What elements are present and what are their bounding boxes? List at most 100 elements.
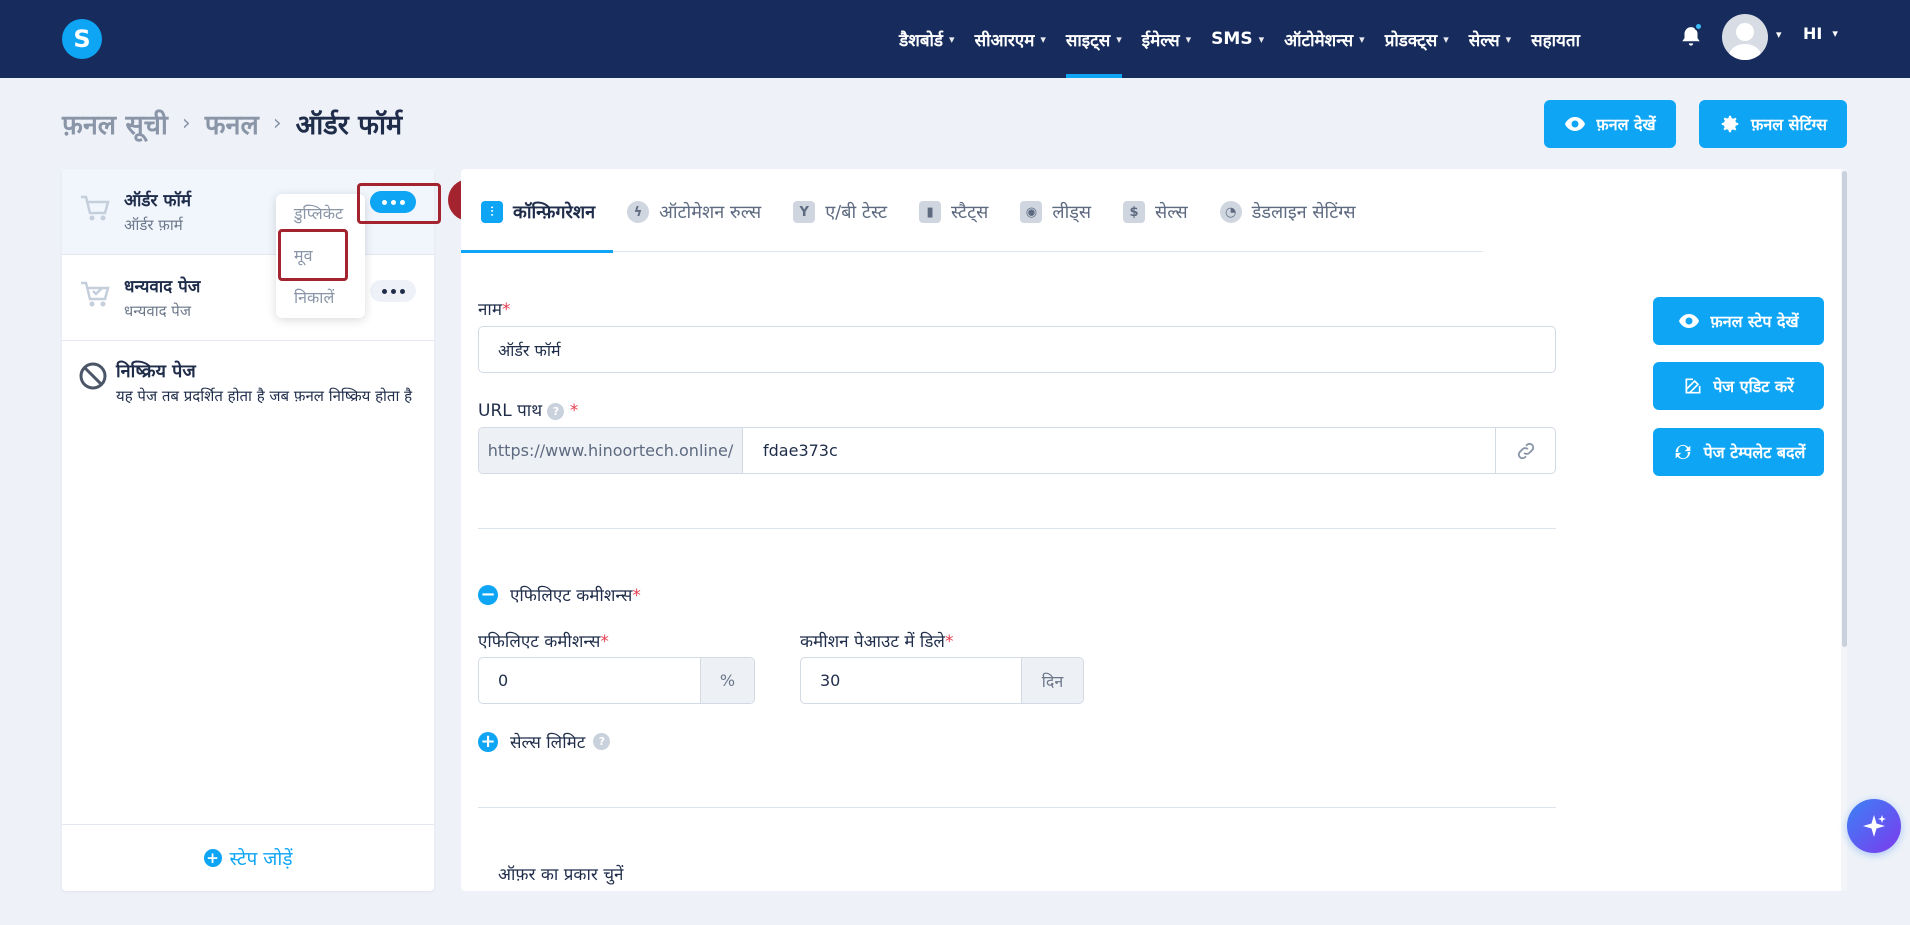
chevron-down-icon: ▾: [1443, 32, 1449, 46]
bar-chart-icon: ▮: [919, 201, 942, 223]
nav-item-label: प्रोडक्ट्स: [1384, 30, 1438, 51]
commission-input[interactable]: 0: [479, 658, 700, 703]
scrollbar-thumb[interactable]: [1842, 171, 1847, 647]
nav-item[interactable]: सेल्स ▾: [1469, 0, 1511, 78]
payout-delay-input[interactable]: 30: [801, 658, 1021, 703]
funnel-settings-button[interactable]: फ़नल सेटिंग्स: [1699, 100, 1847, 148]
breadcrumb-separator: ›: [272, 111, 282, 136]
minus-circle-icon: −: [478, 584, 498, 605]
payout-delay-label: कमीशन पेआउट में डिले*: [800, 632, 954, 652]
url-path-label: URL पाथ ? *: [478, 401, 579, 421]
dollar-icon: $: [1123, 201, 1146, 223]
main-nav: डैशबोर्ड ▾ सीआरएम ▾ साइट्स ▾ ईमेल्स ▾ SMS ▾ ऑटोमेश…: [899, 0, 1580, 78]
nav-item-label: ईमेल्स: [1141, 30, 1180, 51]
step-title: धन्यवाद पेज: [124, 277, 201, 297]
users-icon: ◉: [1020, 201, 1043, 223]
link-icon[interactable]: [1495, 428, 1555, 473]
tab[interactable]: ϟ ऑटोमेशन रुल्स: [627, 173, 761, 252]
cart-check-icon: [81, 281, 110, 307]
highlight-box: [278, 229, 348, 281]
language-label: HI: [1803, 24, 1823, 43]
change-template-button[interactable]: पेज टेम्पलेट बदलें: [1653, 428, 1824, 476]
step-options-button[interactable]: [370, 280, 416, 302]
nav-item[interactable]: डैशबोर्ड ▾: [899, 0, 954, 78]
funnel-steps-panel: ऑर्डर फॉर्म ऑर्डर फ़ार्म धन्यवाद पेज धन्…: [62, 169, 434, 891]
menu-item-remove[interactable]: निकालें: [294, 286, 334, 308]
divider: [478, 807, 1556, 808]
plus-icon: +: [203, 849, 222, 867]
notification-dot: [1694, 22, 1703, 31]
highlight-box: [357, 183, 441, 224]
payout-delay-field: 30 दिन: [800, 657, 1084, 704]
chevron-down-icon[interactable]: ▾: [1776, 28, 1782, 41]
inactive-page-description: यह पेज तब प्रदर्शित होता है जब फ़नल निष्…: [116, 387, 413, 405]
name-label: नाम*: [478, 300, 511, 320]
tab-label: लीड्स: [1052, 202, 1092, 223]
eye-icon: [1565, 117, 1586, 131]
ai-assistant-button[interactable]: [1847, 799, 1901, 853]
edit-icon: [1685, 378, 1701, 394]
tab[interactable]: ◔ डेडलाइन सेटिंग्स: [1219, 173, 1356, 252]
nav-item[interactable]: ऑटोमेशन्स ▾: [1284, 0, 1365, 78]
tab[interactable]: Y ए/बी टेस्ट: [793, 173, 887, 252]
name-input[interactable]: ऑर्डर फॉर्म: [478, 326, 1556, 373]
edit-page-button[interactable]: पेज एडिट करें: [1653, 362, 1824, 410]
funnel-settings-label: फ़नल सेटिंग्स: [1751, 115, 1827, 134]
add-step-label: स्टेप जोड़ें: [229, 848, 293, 870]
avatar[interactable]: [1722, 14, 1768, 60]
breadcrumb-item-funnel[interactable]: फनल: [205, 105, 259, 142]
affiliate-commissions-toggle[interactable]: − एफिलिएट कमीशन्स*: [478, 583, 641, 606]
tab-bar: ⫶ कॉन्फ़िगरेशन ϟ ऑटोमेशन रुल्स Y ए/बी टेस्ट ▮ स…: [460, 173, 1483, 253]
divider: [478, 528, 1556, 529]
language-selector[interactable]: HI ▾: [1803, 24, 1838, 43]
view-funnel-button[interactable]: फ़नल देखें: [1544, 100, 1676, 148]
sparkle-icon: [1863, 815, 1886, 837]
cart-icon: [81, 195, 110, 221]
add-step-button[interactable]: + स्टेप जोड़ें: [62, 824, 434, 891]
split-icon: Y: [793, 201, 816, 223]
chevron-down-icon: ▾: [1505, 32, 1512, 46]
nav-item[interactable]: सहायता: [1531, 0, 1580, 78]
nav-item-label: साइट्स: [1065, 30, 1111, 51]
chevron-down-icon: ▾: [1116, 32, 1122, 46]
days-suffix: दिन: [1021, 658, 1083, 703]
view-funnel-step-button[interactable]: फ़नल स्टेप देखें: [1653, 297, 1824, 345]
help-icon[interactable]: ?: [547, 402, 565, 420]
app-logo[interactable]: S: [62, 19, 102, 59]
main-panel: [461, 169, 1845, 891]
url-path-input[interactable]: fdae373c: [743, 428, 1495, 473]
breadcrumb-separator: ›: [181, 111, 191, 136]
commission-label: एफिलिएट कमीशन्स*: [478, 632, 609, 652]
tab[interactable]: ⫶ कॉन्फ़िगरेशन: [460, 173, 614, 253]
menu-item-duplicate[interactable]: डुप्लिकेट: [294, 202, 343, 224]
nav-item-label: सेल्स: [1468, 30, 1500, 51]
nav-item[interactable]: प्रोडक्ट्स ▾: [1385, 0, 1449, 78]
tab-label: स्टैट्स: [951, 202, 989, 223]
nav-item-label: SMS: [1211, 29, 1253, 49]
nav-item[interactable]: सीआरएम ▾: [975, 0, 1046, 78]
plus-circle-icon: +: [478, 731, 498, 752]
commission-field: 0 %: [478, 657, 755, 704]
sales-limit-label: सेल्स लिमिट: [510, 733, 586, 753]
nav-item[interactable]: SMS ▾: [1211, 0, 1264, 78]
sales-limit-toggle[interactable]: + सेल्स लिमिट ?: [478, 730, 611, 753]
tab[interactable]: $ सेल्स: [1123, 173, 1188, 252]
help-icon[interactable]: ?: [593, 733, 611, 750]
nav-item[interactable]: ईमेल्स ▾: [1142, 0, 1191, 78]
tab[interactable]: ▮ स्टैट्स: [919, 173, 988, 252]
affiliate-section-title: एफिलिएट कमीशन्स*: [510, 586, 641, 606]
gear-icon: [1721, 115, 1739, 133]
chevron-down-icon: ▾: [1258, 32, 1265, 46]
breadcrumb: फ़नल सूची › फनल › ऑर्डर फॉर्म: [62, 105, 402, 142]
inactive-page-title: निष्क्रिय पेज: [116, 361, 196, 382]
breadcrumb-item-funnel-list[interactable]: फ़नल सूची: [62, 105, 168, 142]
block-icon: [79, 362, 107, 390]
url-path-field: https://www.hinoortech.online/ fdae373c: [478, 427, 1556, 474]
chevron-down-icon: ▾: [1040, 32, 1046, 46]
tab[interactable]: ◉ लीड्स: [1020, 173, 1091, 252]
step-subtitle: धन्यवाद पेज: [124, 302, 191, 320]
step-title: ऑर्डर फॉर्म: [124, 191, 192, 211]
nav-item-label: डैशबोर्ड: [899, 30, 944, 51]
nav-item[interactable]: साइट्स ▾: [1065, 0, 1122, 78]
nav-item-label: ऑटोमेशन्स: [1284, 30, 1354, 51]
